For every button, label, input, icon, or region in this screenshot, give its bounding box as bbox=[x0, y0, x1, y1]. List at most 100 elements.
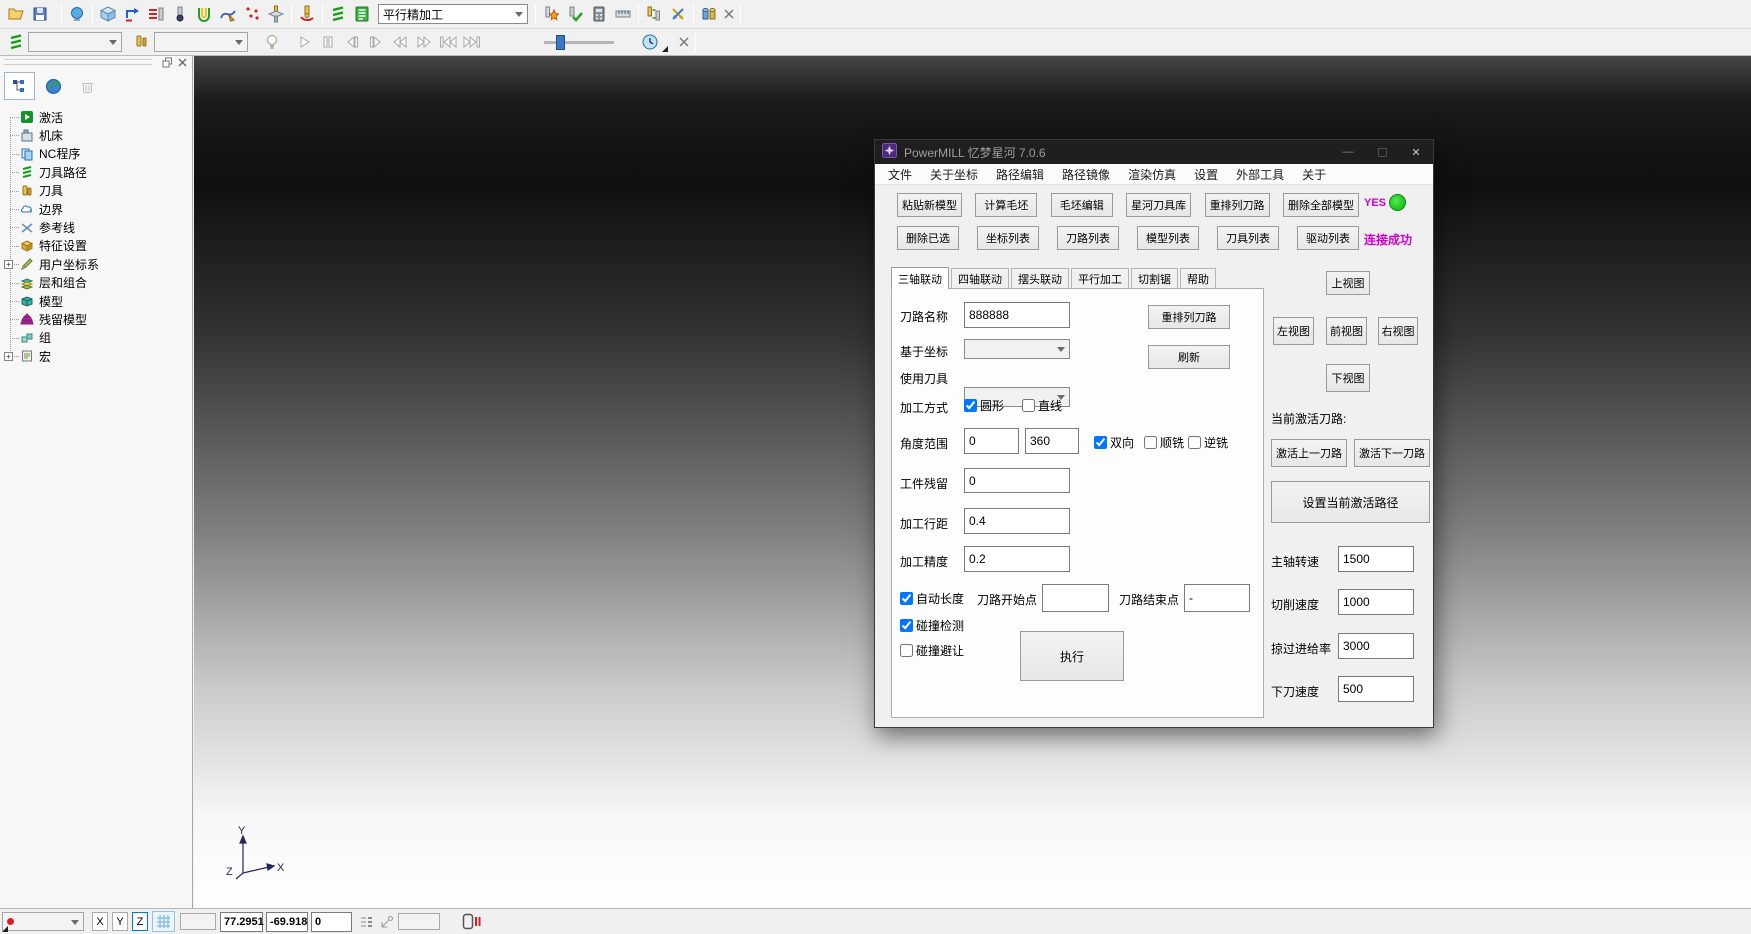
climb-mill-checkbox[interactable] bbox=[1144, 436, 1157, 449]
menu-workplane[interactable]: 关于坐标 bbox=[921, 166, 987, 183]
expand-icon[interactable]: + bbox=[4, 260, 13, 269]
globe-tab[interactable] bbox=[38, 72, 69, 100]
block-icon[interactable] bbox=[96, 2, 120, 26]
axis-y-button[interactable]: Y bbox=[112, 912, 128, 931]
ball-tool-icon[interactable] bbox=[168, 2, 192, 26]
tool-list-button[interactable]: 刀具列表 bbox=[1217, 226, 1279, 250]
measure-field[interactable] bbox=[398, 913, 440, 930]
grid-icon[interactable] bbox=[152, 911, 175, 932]
tool-verify-icon[interactable] bbox=[563, 2, 587, 26]
close-panel-icon[interactable] bbox=[176, 56, 188, 68]
stepover-input[interactable] bbox=[964, 508, 1070, 534]
activate-prev-toolpath-button[interactable]: 激活上一刀路 bbox=[1271, 439, 1347, 467]
locate-icon[interactable] bbox=[379, 914, 395, 933]
tree-item-models[interactable]: 模型 bbox=[0, 292, 192, 310]
model-list-button[interactable]: 模型列表 bbox=[1137, 226, 1199, 250]
speed-slider-handle[interactable] bbox=[556, 35, 565, 50]
calc-block-button[interactable]: 计算毛坯 bbox=[975, 193, 1037, 217]
menu-external-tools[interactable]: 外部工具 bbox=[1227, 166, 1293, 183]
set-active-path-button[interactable]: 设置当前激活路径 bbox=[1271, 481, 1430, 523]
auto-length-checkbox[interactable] bbox=[900, 592, 913, 605]
view-front-button[interactable]: 前视图 bbox=[1326, 317, 1367, 345]
toolpath-icon[interactable] bbox=[326, 2, 350, 26]
axis-z-button[interactable]: Z bbox=[132, 912, 148, 931]
maximize-icon[interactable] bbox=[1365, 140, 1399, 164]
close-toolbar-icon[interactable] bbox=[721, 6, 737, 22]
view-bottom-button[interactable]: 下视图 bbox=[1326, 364, 1370, 392]
view-left-button[interactable]: 左视图 bbox=[1273, 317, 1314, 345]
calculator-icon[interactable] bbox=[587, 2, 611, 26]
snap-value-field[interactable] bbox=[180, 913, 216, 930]
bidirectional-checkbox[interactable] bbox=[1094, 436, 1107, 449]
minimize-icon[interactable]: — bbox=[1331, 140, 1365, 164]
lightbulb-icon[interactable] bbox=[260, 30, 284, 54]
delete-selected-button[interactable]: 删除已选 bbox=[897, 226, 959, 250]
axis-x-button[interactable]: X bbox=[92, 912, 108, 931]
tree-item-feature-sets[interactable]: 特征设置 bbox=[0, 237, 192, 255]
reorder-toolpaths-button[interactable]: 重排列刀路 bbox=[1205, 193, 1270, 217]
fast-forward-icon[interactable] bbox=[412, 30, 436, 54]
toolpath-combobox[interactable] bbox=[28, 32, 122, 52]
trash-tab[interactable] bbox=[72, 72, 103, 100]
expand-icon[interactable]: + bbox=[4, 352, 13, 361]
drive-list-button[interactable]: 驱动列表 bbox=[1297, 226, 1359, 250]
tab-swivel-head[interactable]: 摆头联动 bbox=[1011, 268, 1069, 288]
cylinders-icon[interactable] bbox=[697, 2, 721, 26]
panel-grip[interactable] bbox=[0, 56, 192, 68]
ruler-icon[interactable] bbox=[611, 2, 635, 26]
tree-item-activate[interactable]: 激活 bbox=[0, 108, 192, 126]
spindle-speed-input[interactable] bbox=[1338, 546, 1414, 572]
grip-corner-icon[interactable] bbox=[2, 926, 8, 932]
close-toolbar-icon[interactable] bbox=[676, 34, 692, 50]
menu-render-sim[interactable]: 渲染仿真 bbox=[1119, 166, 1185, 183]
tree-item-workplanes[interactable]: +用户坐标系 bbox=[0, 255, 192, 273]
strategy-list-icon[interactable] bbox=[350, 2, 374, 26]
tree-item-toolpaths[interactable]: 刀具路径 bbox=[0, 163, 192, 181]
coord-x-field[interactable]: 77.2951 bbox=[220, 912, 263, 932]
speed-slider[interactable] bbox=[544, 41, 614, 44]
shaded-view-icon[interactable] bbox=[65, 2, 89, 26]
conventional-mill-checkbox[interactable] bbox=[1188, 436, 1201, 449]
go-to-start-icon[interactable] bbox=[436, 30, 460, 54]
delete-all-models-button[interactable]: 删除全部模型 bbox=[1283, 193, 1359, 217]
menu-file[interactable]: 文件 bbox=[879, 166, 921, 183]
tool-combobox[interactable] bbox=[154, 32, 248, 52]
pause-icon[interactable] bbox=[316, 30, 340, 54]
tool-pair-icon[interactable] bbox=[642, 2, 666, 26]
clock-icon[interactable] bbox=[638, 30, 662, 54]
toolpath-list-button[interactable]: 刀路列表 bbox=[1057, 226, 1119, 250]
menu-about[interactable]: 关于 bbox=[1293, 166, 1335, 183]
swap-axes-icon[interactable] bbox=[666, 2, 690, 26]
workplane-list-button[interactable]: 坐标列表 bbox=[977, 226, 1039, 250]
refresh-button[interactable]: 刷新 bbox=[1148, 345, 1230, 369]
dialog-titlebar[interactable]: PowerMILL 忆梦星河 7.0.6 — ✕ bbox=[875, 140, 1433, 164]
open-file-icon[interactable] bbox=[4, 2, 28, 26]
float-panel-icon[interactable] bbox=[161, 56, 173, 68]
menu-path-mirror[interactable]: 路径镜像 bbox=[1053, 166, 1119, 183]
close-icon[interactable]: ✕ bbox=[1399, 140, 1433, 164]
view-right-button[interactable]: 右视图 bbox=[1378, 317, 1418, 345]
curve-editor-icon[interactable] bbox=[216, 2, 240, 26]
paste-new-model-button[interactable]: 粘贴新模型 bbox=[897, 193, 962, 217]
tab-parallel[interactable]: 平行加工 bbox=[1071, 268, 1129, 288]
play-icon[interactable] bbox=[292, 30, 316, 54]
cutting-feed-input[interactable] bbox=[1338, 589, 1414, 615]
collision-check-checkbox[interactable] bbox=[900, 619, 913, 632]
rewind-icon[interactable] bbox=[388, 30, 412, 54]
tree-item-patterns[interactable]: 参考线 bbox=[0, 218, 192, 236]
view-top-button[interactable]: 上视图 bbox=[1326, 271, 1370, 295]
flyout-corner-icon[interactable] bbox=[662, 46, 668, 52]
plunge-feed-input[interactable] bbox=[1338, 676, 1414, 702]
tree-item-macros[interactable]: +宏 bbox=[0, 347, 192, 365]
line-checkbox[interactable] bbox=[1022, 399, 1035, 412]
tool-block-icon[interactable] bbox=[264, 2, 288, 26]
toolpath-name-input[interactable] bbox=[964, 302, 1070, 328]
skim-feed-input[interactable] bbox=[1338, 633, 1414, 659]
tool-arc-icon[interactable] bbox=[295, 2, 319, 26]
collision-check-icon[interactable] bbox=[539, 2, 563, 26]
angle-start-input[interactable] bbox=[964, 428, 1019, 454]
tree-item-machine[interactable]: 机床 bbox=[0, 126, 192, 144]
step-back-icon[interactable] bbox=[340, 30, 364, 54]
end-point-input[interactable] bbox=[1184, 584, 1250, 612]
tab-saw[interactable]: 切割锯 bbox=[1131, 268, 1178, 288]
